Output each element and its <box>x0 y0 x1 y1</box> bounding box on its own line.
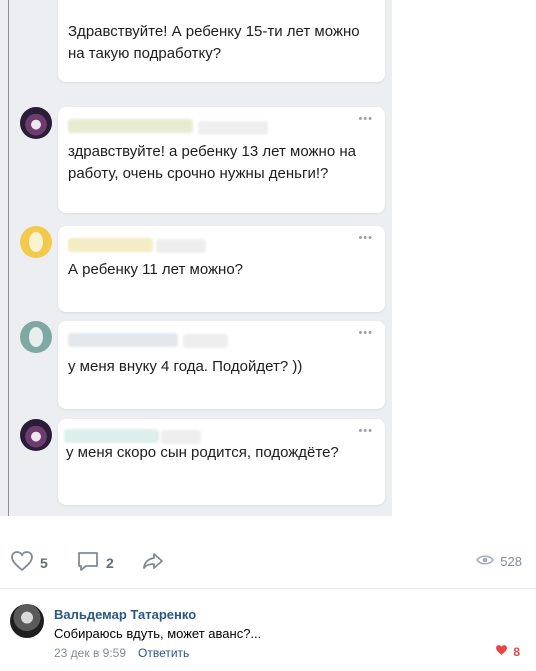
comment-author[interactable]: Вальдемар Татаренко <box>54 607 196 622</box>
message-text: здравствуйте! а ребенку 13 лет можно на <box>68 143 356 160</box>
message-text: работу, очень срочно нужны деньги!? <box>68 165 329 182</box>
more-icon: ••• <box>358 425 373 437</box>
message-card: ••• у меня внуку 4 года. Подойдет? )) <box>58 321 385 409</box>
eye-icon <box>476 554 495 569</box>
comment-date[interactable]: 23 дек в 9:59 <box>54 646 126 660</box>
comment-text: Собираюсь вдуть, может аванс?... <box>54 626 262 641</box>
share-icon <box>141 550 165 575</box>
message-card: ••• у меня скоро сын родится, подождёте? <box>58 419 385 505</box>
views-counter: 528 <box>476 554 522 569</box>
message-text: у меня скоро сын родится, подождёте? <box>66 444 339 461</box>
image-border-line <box>8 0 9 516</box>
more-icon: ••• <box>358 327 373 339</box>
heart-filled-icon <box>495 644 508 659</box>
views-count: 528 <box>500 554 522 569</box>
reply-link[interactable]: Ответить <box>138 646 189 660</box>
blurred-name <box>156 239 206 253</box>
blurred-name <box>64 429 159 443</box>
more-icon: ••• <box>358 232 373 244</box>
comment-icon <box>76 550 100 575</box>
post-actions-bar: 5 2 528 <box>0 536 536 589</box>
blurred-name <box>68 119 193 133</box>
heart-outline-icon <box>10 550 34 575</box>
post-image[interactable]: Здравствуйте! А ребенку 15-ти лет можно … <box>0 0 392 516</box>
comment: Вальдемар Татаренко Собираюсь вдуть, мож… <box>0 596 536 671</box>
blurred-name <box>183 334 228 348</box>
like-button[interactable]: 5 <box>10 550 48 575</box>
like-count: 5 <box>40 554 48 571</box>
avatar <box>20 226 52 258</box>
message-card: ••• А ребенку 11 лет можно? <box>58 226 385 312</box>
share-button[interactable] <box>141 550 165 575</box>
more-icon: ••• <box>358 113 373 125</box>
comment-like-button[interactable]: 8 <box>495 644 520 659</box>
message-card: ••• здравствуйте! а ребенку 13 лет можно… <box>58 107 385 213</box>
message-text: Здравствуйте! А ребенку 15-ти лет можно <box>68 23 360 40</box>
comment-count: 2 <box>106 554 114 571</box>
message-card: Здравствуйте! А ребенку 15-ти лет можно … <box>58 0 385 82</box>
blurred-name <box>198 121 268 135</box>
blurred-name <box>68 238 153 252</box>
message-text: у меня внуку 4 года. Подойдет? )) <box>68 358 303 375</box>
avatar <box>20 419 52 451</box>
message-text: А ребенку 11 лет можно? <box>68 261 243 278</box>
comment-avatar[interactable] <box>10 604 44 638</box>
message-text: на такую подработку? <box>68 45 222 62</box>
avatar <box>20 321 52 353</box>
comment-like-count: 8 <box>513 644 520 659</box>
blurred-name <box>68 333 178 347</box>
avatar <box>20 107 52 139</box>
comment-button[interactable]: 2 <box>76 550 114 575</box>
